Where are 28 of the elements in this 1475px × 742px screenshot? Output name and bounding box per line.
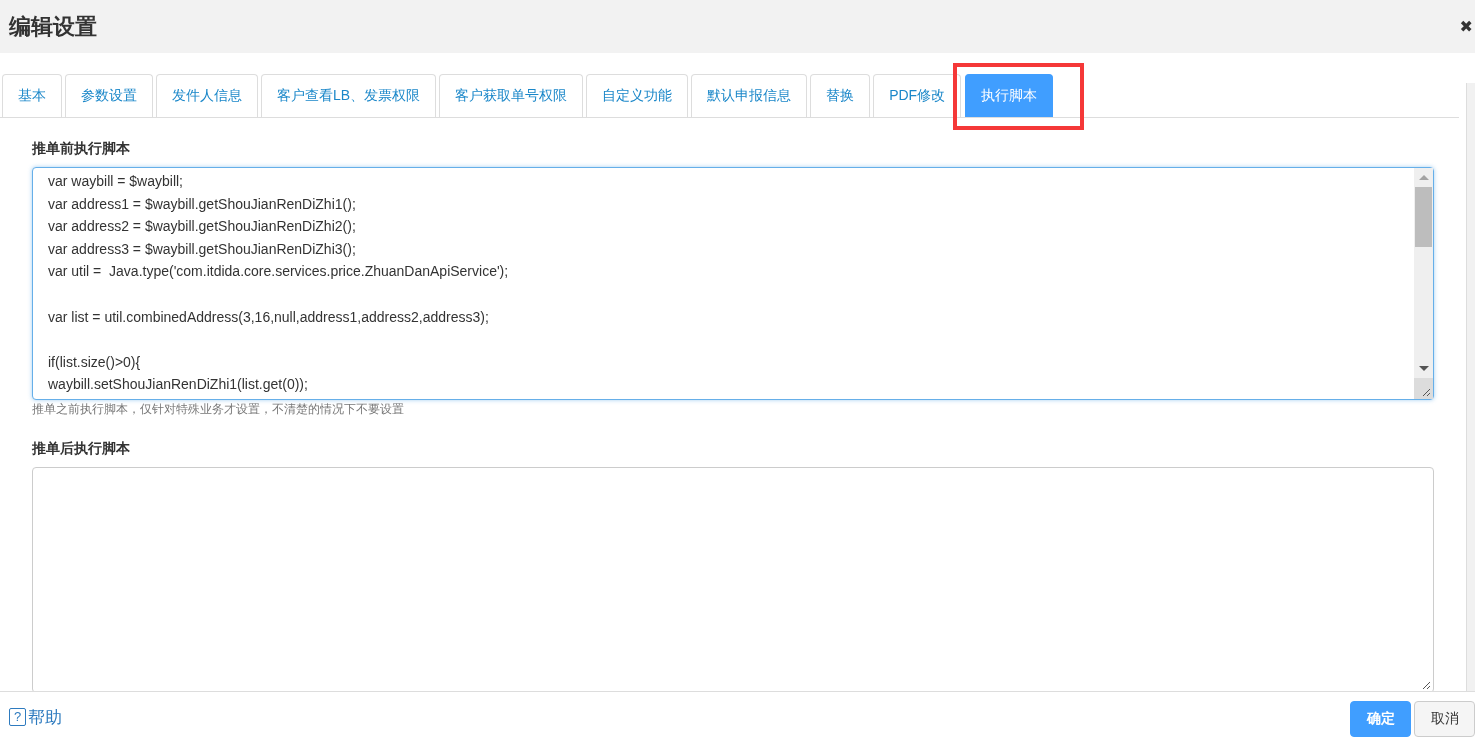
tab[interactable]: 默认申报信息 bbox=[691, 74, 808, 117]
tab[interactable]: 替换 bbox=[810, 74, 871, 117]
tab[interactable]: 发件人信息 bbox=[156, 74, 258, 117]
script-field[interactable] bbox=[32, 167, 1434, 400]
script-text: var waybill = $waybill; var address1 = $waybill.getShouJianRenDiZhi1(); var address2 = $waybill.getShouJianRenDiZhi2(); var address3 = $waybill.getShouJianRenDiZhi3(); var util = Java.type('com.itdida.core.services.price.ZhuanDanApiService'); var list = util.combinedAddress(3,16,null,address1,address2,address3); if(list.size()>0){ waybill.setShouJianRenDiZhi1(list.get(0)); bbox=[47, 172, 510, 395]
cancel-button[interactable]: 取消 bbox=[1414, 700, 1475, 737]
field-label: 推单后执行脚本 bbox=[32, 440, 131, 458]
confirm-button[interactable]: 确定 bbox=[1350, 700, 1411, 737]
script-field[interactable] bbox=[32, 467, 1434, 691]
field-hint: 推单之前执行脚本，仅针对特殊业务才设置，不清楚的情况下不要设置 bbox=[32, 401, 405, 418]
tab[interactable]: 执行脚本 bbox=[965, 74, 1054, 117]
close-button[interactable]: ✖ bbox=[1459, 17, 1473, 36]
resize-handle[interactable] bbox=[1414, 378, 1433, 399]
field-label: 推单前执行脚本 bbox=[32, 140, 131, 158]
tab[interactable]: 客户查看LB、发票权限 bbox=[261, 74, 437, 117]
tab[interactable]: 基本 bbox=[2, 74, 62, 117]
page-scrollbar[interactable] bbox=[1466, 83, 1475, 691]
tab[interactable]: 自定义功能 bbox=[586, 74, 689, 117]
scroll-up-icon[interactable] bbox=[1418, 175, 1429, 180]
help-link[interactable]: ? 帮助 bbox=[9, 705, 62, 729]
scrollbar[interactable] bbox=[1414, 168, 1433, 399]
scroll-down-icon[interactable] bbox=[1418, 366, 1429, 371]
tab[interactable]: 参数设置 bbox=[65, 74, 153, 117]
dialog-title: 编辑设置 bbox=[9, 12, 97, 41]
resize-grip-icon[interactable] bbox=[1422, 681, 1431, 690]
scroll-thumb[interactable] bbox=[1415, 187, 1432, 247]
tab[interactable]: PDF修改 bbox=[873, 74, 962, 117]
tab[interactable]: 客户获取单号权限 bbox=[439, 74, 584, 117]
